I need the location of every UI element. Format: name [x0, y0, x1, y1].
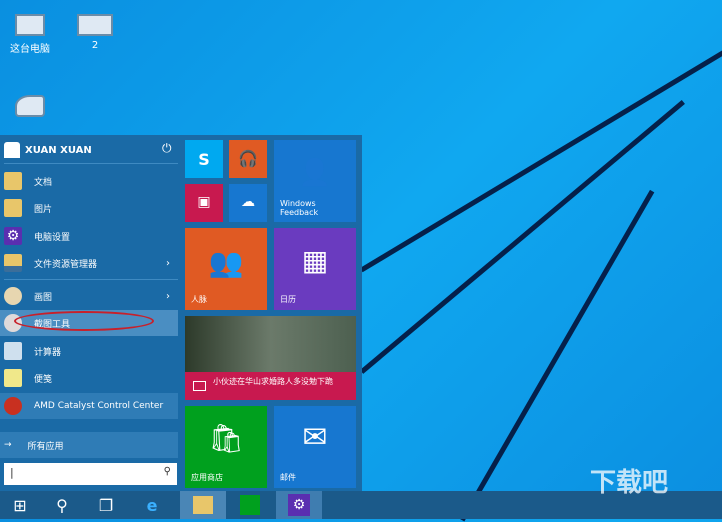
- avatar: [4, 142, 20, 158]
- chevron-right-icon[interactable]: ›: [166, 291, 170, 302]
- store-icon: [240, 495, 260, 515]
- news-icon: [193, 381, 206, 391]
- documents-folder-icon: [4, 172, 22, 190]
- tile-calendar[interactable]: ▦ 日历: [274, 228, 356, 310]
- start-menu: XUAN XUAN ⏻ 文档 图片 ⚙ 电脑设置 文件资源管理器 › 画图 › 截图工…: [0, 135, 362, 491]
- start-item-paint[interactable]: 画图 ›: [0, 283, 178, 309]
- task-view-icon: ❐: [98, 495, 114, 515]
- people-icon: 👥: [208, 246, 244, 279]
- tile-windows-feedback[interactable]: 👤 Windows Feedback: [274, 140, 356, 222]
- network-icon: [15, 95, 45, 117]
- search-icon[interactable]: ⚲: [164, 466, 171, 477]
- calculator-icon: [4, 342, 22, 360]
- chevron-right-icon[interactable]: ›: [166, 258, 170, 269]
- tile-people[interactable]: 👥 人脉: [185, 228, 267, 310]
- computer-icon: [15, 14, 45, 36]
- tile-news[interactable]: 小伙迹在华山求婚路人多没勉下跪: [185, 316, 356, 400]
- screen-icon: [77, 14, 113, 36]
- pictures-folder-icon: [4, 199, 22, 217]
- all-apps-button[interactable]: → 所有应用: [0, 432, 178, 458]
- tile-mail[interactable]: ✉ 邮件: [274, 406, 356, 488]
- file-explorer-icon: [4, 254, 22, 272]
- file-explorer-button[interactable]: [180, 491, 226, 519]
- news-caption: 小伙迹在华山求婚路人多没勉下跪: [185, 372, 356, 400]
- task-view-button[interactable]: ❐: [86, 491, 126, 519]
- desktop-icon-2[interactable]: 2: [65, 14, 125, 51]
- search-input[interactable]: | ⚲: [4, 463, 177, 485]
- video-icon: ▣: [197, 194, 211, 210]
- wallpaper-line: [360, 100, 685, 374]
- feedback-icon: 👤: [298, 158, 332, 188]
- start-item-documents[interactable]: 文档: [0, 168, 178, 194]
- start-item-calculator[interactable]: 计算器: [0, 338, 178, 364]
- sticky-notes-icon: [4, 369, 22, 387]
- start-item-sticky-notes[interactable]: 便笺: [0, 365, 178, 391]
- ie-icon: e: [146, 495, 158, 515]
- settings-gear-icon: ⚙: [4, 227, 22, 245]
- tile-music[interactable]: 🎧: [229, 140, 267, 178]
- settings-button[interactable]: ⚙: [276, 491, 322, 519]
- start-item-amd-catalyst[interactable]: AMD Catalyst Control Center: [0, 393, 178, 419]
- skype-icon: S: [198, 150, 210, 169]
- watermark-logo: 下载吧: [590, 468, 669, 498]
- calendar-icon: ▦: [301, 244, 329, 277]
- tile-store[interactable]: 🛍 应用商店: [185, 406, 267, 488]
- divider: [4, 279, 178, 280]
- cloud-icon: ☁: [241, 194, 255, 210]
- settings-gear-icon: ⚙: [288, 494, 310, 516]
- start-item-file-explorer[interactable]: 文件资源管理器 ›: [0, 250, 178, 276]
- amd-catalyst-icon: [4, 397, 22, 415]
- search-button[interactable]: ⚲: [42, 491, 82, 519]
- start-button[interactable]: ⊞: [0, 491, 40, 519]
- search-icon: ⚲: [56, 495, 68, 515]
- wallpaper-line: [360, 41, 722, 273]
- tile-skype[interactable]: S: [185, 140, 223, 178]
- headphones-icon: 🎧: [238, 149, 258, 168]
- start-item-pc-settings[interactable]: ⚙ 电脑设置: [0, 223, 178, 249]
- divider: [4, 163, 178, 164]
- desktop-icon-network[interactable]: [0, 95, 60, 121]
- internet-explorer-button[interactable]: e: [132, 491, 172, 519]
- store-bag-icon: 🛍: [208, 422, 244, 455]
- tile-onedrive[interactable]: ☁: [229, 184, 267, 222]
- mail-icon: ✉: [302, 420, 328, 455]
- desktop-icon-this-pc[interactable]: 这台电脑: [0, 14, 60, 55]
- tile-video[interactable]: ▣: [185, 184, 223, 222]
- start-item-pictures[interactable]: 图片: [0, 195, 178, 221]
- windows-logo-icon: ⊞: [13, 495, 27, 515]
- power-button[interactable]: ⏻: [162, 141, 172, 156]
- arrow-right-icon: →: [4, 440, 12, 450]
- paint-icon: [4, 287, 22, 305]
- user-account[interactable]: XUAN XUAN: [4, 141, 92, 159]
- folder-icon: [193, 496, 213, 514]
- red-ellipse-annotation: [14, 311, 154, 331]
- store-button[interactable]: [230, 491, 270, 519]
